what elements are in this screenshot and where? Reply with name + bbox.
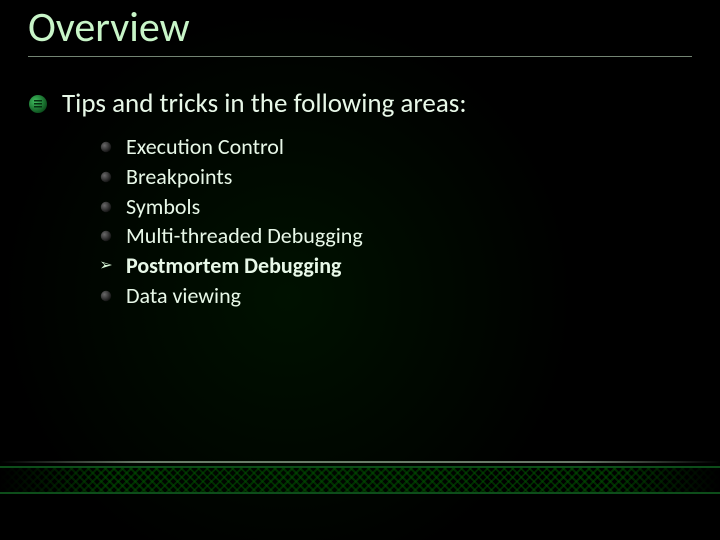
arrow-bullet-icon: ➢ [100,260,112,272]
dot-bullet-icon [100,290,112,302]
dot-bullet-icon [100,201,112,213]
list-item-label: Breakpoints [126,162,232,192]
footer-decorative-band [0,466,720,494]
dot-bullet-icon [100,171,112,183]
slide: Overview Tips and tricks in the followin… [0,0,720,540]
list-item-label: Symbols [126,192,200,222]
lead-row: Tips and tricks in the following areas: [28,87,692,120]
slide-title: Overview [28,4,692,52]
dot-bullet-icon [100,230,112,242]
list-item: Symbols [100,192,692,222]
list-item: Multi-threaded Debugging [100,221,692,251]
dot-bullet-icon [100,141,112,153]
lead-bullet-icon [28,94,48,114]
list-item: Breakpoints [100,162,692,192]
list-item-label: Data viewing [126,281,241,311]
list-item-label: Execution Control [126,132,284,162]
lead-text: Tips and tricks in the following areas: [62,87,467,120]
list-item-label: Multi-threaded Debugging [126,221,363,251]
topic-list: Execution Control Breakpoints Symbols [28,132,692,310]
title-underline [28,56,692,57]
list-item: Execution Control [100,132,692,162]
list-item: Data viewing [100,281,692,311]
list-item-current: ➢ Postmortem Debugging [100,251,692,281]
list-item-label: Postmortem Debugging [126,251,341,281]
